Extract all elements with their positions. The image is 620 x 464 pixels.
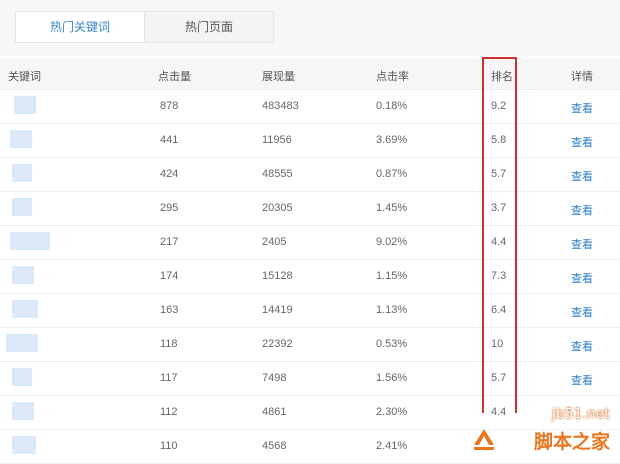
impressions-cell: 11956 <box>262 134 292 146</box>
ctr-cell: 0.53% <box>376 338 408 350</box>
table-row: 163 14419 1.13% 6.4 查看 <box>0 293 620 328</box>
ctr-cell: 1.45% <box>376 202 408 214</box>
impressions-cell: 22392 <box>262 338 293 350</box>
ctr-cell: 0.18% <box>376 100 408 112</box>
view-details-link[interactable]: 查看 <box>571 168 593 184</box>
ctr-cell: 9.02% <box>376 236 408 248</box>
ctr-cell: 3.69% <box>376 134 408 146</box>
impressions-cell: 483483 <box>262 100 299 112</box>
impressions-cell: 14419 <box>262 304 293 316</box>
clicks-cell: 424 <box>160 168 179 180</box>
keyword-cell-redacted[interactable] <box>10 232 50 250</box>
keyword-cell-redacted[interactable] <box>12 402 34 420</box>
table-row: 424 48555 0.87% 5.7 查看 <box>0 157 620 192</box>
clicks-cell: 117 <box>160 372 178 384</box>
impressions-cell: 15128 <box>262 270 293 282</box>
ctr-cell: 2.30% <box>376 406 408 418</box>
clicks-cell: 174 <box>160 270 179 282</box>
watermark-name: 脚本之家 <box>533 431 610 453</box>
tabs-bar: 热门关键词 热门页面 <box>0 0 620 56</box>
clicks-cell: 118 <box>160 338 178 350</box>
view-details-link[interactable]: 查看 <box>571 270 593 286</box>
view-details-link[interactable]: 查看 <box>571 338 593 354</box>
clicks-cell: 295 <box>160 202 179 214</box>
view-details-link[interactable]: 查看 <box>571 304 593 320</box>
clicks-cell: 441 <box>160 134 179 146</box>
impressions-cell: 48555 <box>262 168 293 180</box>
clicks-cell: 163 <box>160 304 179 316</box>
view-details-link[interactable]: 查看 <box>571 100 593 116</box>
column-header-clicks: 点击量 <box>158 71 191 83</box>
column-header-keyword: 关键词 <box>8 71 41 83</box>
tab-hot-pages[interactable]: 热门页面 <box>145 12 273 42</box>
keyword-cell-redacted[interactable] <box>10 130 32 148</box>
table-row: 118 22392 0.53% 10 查看 <box>0 327 620 362</box>
table-row: 878 483483 0.18% 9.2 查看 <box>0 89 620 124</box>
keyword-cell-redacted[interactable] <box>6 334 38 352</box>
keyword-cell-redacted[interactable] <box>14 96 36 114</box>
view-details-link[interactable]: 查看 <box>571 202 593 218</box>
table-row: 295 20305 1.45% 3.7 查看 <box>0 191 620 226</box>
clicks-cell: 112 <box>160 406 178 418</box>
table-row: 217 2405 9.02% 4.4 查看 <box>0 225 620 260</box>
impressions-cell: 7498 <box>262 372 287 384</box>
impressions-cell: 4861 <box>262 406 287 418</box>
column-header-details: 详情 <box>571 71 593 83</box>
watermark-logo-icon <box>474 429 494 450</box>
clicks-cell: 878 <box>160 100 179 112</box>
impressions-cell: 4568 <box>262 440 287 452</box>
view-details-link[interactable]: 查看 <box>571 134 593 150</box>
ctr-cell: 1.15% <box>376 270 408 282</box>
column-header-ctr: 点击率 <box>376 71 409 83</box>
keyword-cell-redacted[interactable] <box>12 164 32 182</box>
ctr-cell: 0.87% <box>376 168 408 180</box>
keyword-cell-redacted[interactable] <box>12 266 34 284</box>
keyword-cell-redacted[interactable] <box>12 198 32 216</box>
keyword-cell-redacted[interactable] <box>12 368 32 386</box>
clicks-cell: 217 <box>160 236 179 248</box>
ctr-cell: 2.41% <box>376 440 408 452</box>
ctr-cell: 1.56% <box>376 372 408 384</box>
watermark: jb51.net 脚本之家 <box>468 407 614 455</box>
view-details-link[interactable]: 查看 <box>571 236 593 252</box>
table-row: 441 11956 3.69% 5.8 查看 <box>0 123 620 158</box>
keyword-cell-redacted[interactable] <box>12 300 38 318</box>
view-details-link[interactable]: 查看 <box>571 372 593 388</box>
table-header: 关键词 点击量 展现量 点击率 排名 详情 <box>0 58 620 90</box>
watermark-url: jb51.net <box>552 407 610 422</box>
table-row: 117 7498 1.56% 5.7 查看 <box>0 361 620 396</box>
table-row: 174 15128 1.15% 7.3 查看 <box>0 259 620 294</box>
ctr-cell: 1.13% <box>376 304 408 316</box>
clicks-cell: 110 <box>160 440 178 452</box>
tab-group: 热门关键词 热门页面 <box>15 11 274 43</box>
rank-highlight-box <box>482 57 517 413</box>
impressions-cell: 2405 <box>262 236 287 248</box>
keyword-cell-redacted[interactable] <box>12 436 36 454</box>
column-header-impressions: 展现量 <box>262 71 295 83</box>
tab-hot-keywords[interactable]: 热门关键词 <box>16 12 145 42</box>
impressions-cell: 20305 <box>262 202 293 214</box>
